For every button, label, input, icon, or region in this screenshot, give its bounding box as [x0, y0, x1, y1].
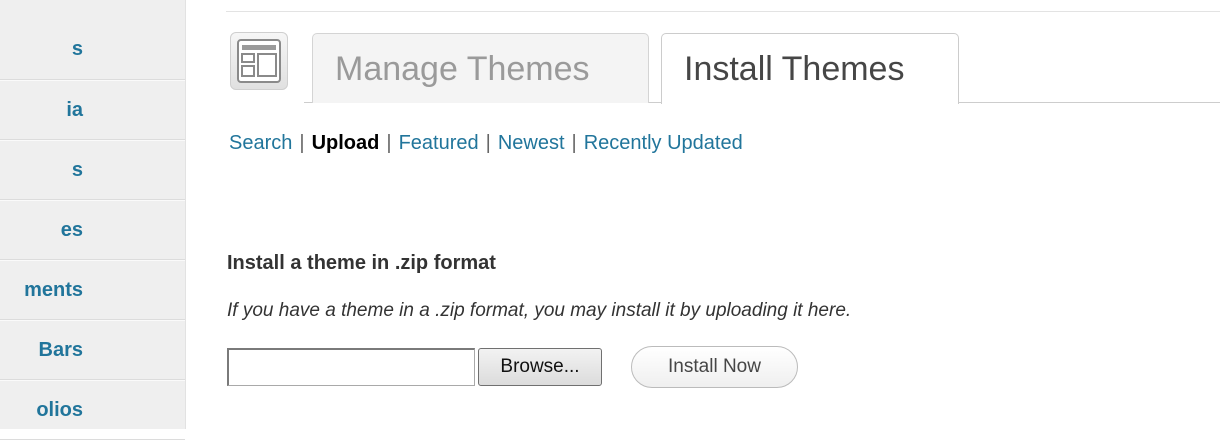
sidebar-item[interactable]: ments — [0, 260, 185, 320]
tab-install-themes[interactable]: Install Themes — [661, 33, 959, 104]
sidebar-item-label[interactable]: ia — [66, 99, 83, 122]
subnav-separator: | — [299, 132, 305, 154]
sidebar-item[interactable]: olios — [0, 380, 185, 440]
sidebar-item-label[interactable]: es — [61, 219, 83, 242]
install-subnav: Search | Upload | Featured | Newest | Recently U… — [229, 132, 743, 155]
tab-manage-themes[interactable]: Manage Themes — [312, 33, 649, 103]
admin-sidebar: s ia s es ments Bars olios — [0, 0, 186, 440]
sidebar-item[interactable]: ia — [0, 80, 185, 140]
themes-layout-icon — [230, 32, 288, 90]
upload-heading: Install a theme in .zip format — [227, 252, 496, 274]
subnav-upload-current: Upload — [311, 132, 380, 154]
sidebar-item-label[interactable]: s — [72, 159, 83, 182]
sidebar-item[interactable]: es — [0, 200, 185, 260]
subnav-recently-updated-link[interactable]: Recently Updated — [584, 132, 743, 154]
sidebar-item[interactable]: Bars — [0, 320, 185, 380]
subnav-featured-link[interactable]: Featured — [399, 132, 479, 154]
subnav-separator: | — [571, 132, 577, 154]
top-divider — [226, 11, 1220, 12]
subnav-separator: | — [485, 132, 491, 154]
sidebar-item-label[interactable]: s — [72, 38, 83, 61]
sidebar-item-label[interactable]: olios — [36, 399, 83, 422]
sidebar-item-label[interactable]: Bars — [39, 339, 83, 362]
install-now-button[interactable]: Install Now — [631, 346, 798, 388]
theme-zip-file-input[interactable] — [227, 348, 475, 386]
upload-description: If you have a theme in a .zip format, yo… — [227, 300, 852, 321]
subnav-search-link[interactable]: Search — [229, 132, 292, 154]
browse-button[interactable]: Browse... — [478, 348, 602, 386]
sidebar-item[interactable]: s — [0, 140, 185, 200]
subnav-separator: | — [386, 132, 392, 154]
sidebar-item-label[interactable]: ments — [24, 279, 83, 302]
sidebar-item[interactable]: s — [0, 20, 185, 80]
subnav-newest-link[interactable]: Newest — [498, 132, 565, 154]
